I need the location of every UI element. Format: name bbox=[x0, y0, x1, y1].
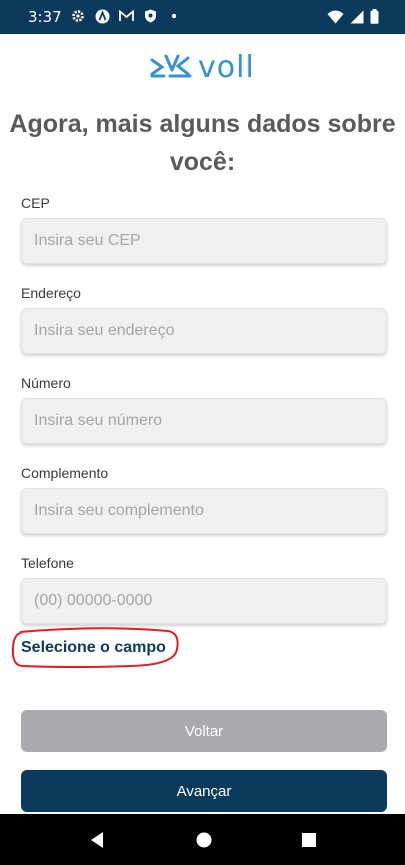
status-time: 3:37 bbox=[28, 8, 62, 26]
page-title: Agora, mais alguns dados sobre você: bbox=[9, 110, 396, 176]
wifi-icon bbox=[327, 10, 344, 29]
system-icons bbox=[327, 9, 379, 29]
voll-logo: voll bbox=[150, 49, 255, 85]
logo-text: voll bbox=[198, 49, 255, 85]
cep-input[interactable] bbox=[21, 218, 387, 264]
telefone-label: Telefone bbox=[21, 555, 74, 571]
back-button[interactable]: Voltar bbox=[21, 710, 387, 752]
voll-logo-mark bbox=[150, 54, 192, 78]
home-nav-icon[interactable] bbox=[195, 831, 213, 849]
gmail-icon bbox=[118, 8, 134, 24]
gear-icon bbox=[70, 8, 86, 24]
signal-icon bbox=[350, 10, 364, 29]
status-bar: 3:37 bbox=[0, 0, 405, 34]
recents-nav-icon[interactable] bbox=[300, 831, 318, 849]
error-annotation: Selecione o campo bbox=[10, 627, 182, 669]
dot-icon bbox=[166, 8, 182, 24]
notification-icons bbox=[70, 8, 182, 24]
back-nav-icon[interactable] bbox=[88, 831, 106, 849]
error-message: Selecione o campo bbox=[21, 639, 166, 656]
telefone-input[interactable] bbox=[21, 578, 387, 624]
complemento-input[interactable] bbox=[21, 488, 387, 534]
numero-label: Número bbox=[21, 375, 71, 391]
cep-label: CEP bbox=[21, 195, 50, 211]
battery-icon bbox=[370, 9, 379, 29]
navigation-bar bbox=[0, 814, 405, 865]
complemento-label: Complemento bbox=[21, 465, 109, 481]
shield-icon bbox=[142, 8, 158, 24]
endereco-input[interactable] bbox=[21, 308, 387, 354]
next-button[interactable]: Avançar bbox=[21, 770, 387, 812]
a-icon bbox=[94, 8, 110, 24]
numero-input[interactable] bbox=[21, 398, 387, 444]
endereco-label: Endereço bbox=[21, 285, 81, 301]
